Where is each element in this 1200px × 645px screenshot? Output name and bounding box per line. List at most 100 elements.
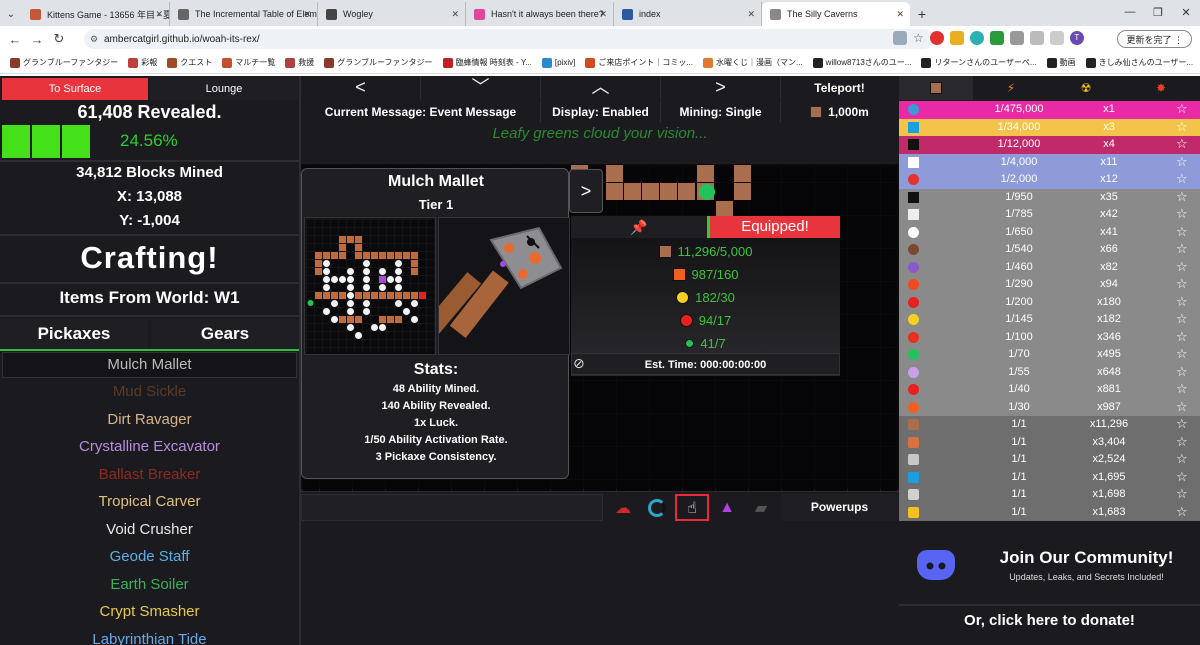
favorite-star-icon[interactable]: ☆ <box>1176 241 1188 257</box>
pickaxe-list-item[interactable]: Crypt Smasher <box>0 603 299 620</box>
pickaxe-list-item[interactable]: Geode Staff <box>0 548 299 565</box>
favorite-star-icon[interactable]: ☆ <box>1176 434 1188 450</box>
tab-gears[interactable]: Gears <box>151 319 299 349</box>
bookmark-item[interactable]: 救援 <box>285 57 314 68</box>
pickaxe-list-item[interactable]: Tropical Carver <box>0 493 299 510</box>
bookmark-item[interactable]: グランブルーファンタジー <box>10 57 118 68</box>
browser-tab[interactable]: The Silly Caverns ✕ <box>762 2 910 26</box>
lounge-button[interactable]: Lounge <box>150 78 298 100</box>
favorite-star-icon[interactable]: ☆ <box>1176 101 1188 117</box>
restore-icon[interactable]: ❐ <box>1144 0 1172 24</box>
close-tab-icon[interactable]: ✕ <box>747 9 755 20</box>
favorite-star-icon[interactable]: ☆ <box>1176 469 1188 485</box>
pickaxe-list-item[interactable]: Ballast Breaker <box>0 466 299 483</box>
favorite-star-icon[interactable]: ☆ <box>1176 136 1188 152</box>
hand-powerup-icon[interactable]: ☝ <box>675 494 709 521</box>
update-button[interactable]: 更新を完了 ⋮ <box>1117 30 1192 48</box>
tab-blocks[interactable] <box>899 76 973 100</box>
favorite-star-icon[interactable]: ☆ <box>1176 171 1188 187</box>
bookmark-item[interactable]: リターンさんのユーザーペ... <box>921 57 1037 68</box>
teleport-button[interactable]: Teleport! <box>781 76 898 100</box>
new-tab-button[interactable]: + <box>910 2 934 26</box>
site-info-icon[interactable]: ⚙ <box>90 34 98 45</box>
pickaxe-list-item[interactable]: Void Crusher <box>0 521 299 538</box>
clock-powerup-icon[interactable] <box>641 494 673 521</box>
browser-tab[interactable]: Hasn't it always been there? ✕ <box>466 2 614 26</box>
bookmark-item[interactable]: 水曜くじ｜漫画（マン... <box>703 57 803 68</box>
close-tab-icon[interactable]: ✕ <box>303 9 311 20</box>
translate-icon[interactable] <box>893 31 907 45</box>
favorite-star-icon[interactable]: ☆ <box>1176 416 1188 432</box>
tab-pickaxes[interactable]: Pickaxes <box>0 319 148 349</box>
ext-yellow-icon[interactable] <box>949 31 964 45</box>
ext-check-icon[interactable] <box>989 31 1004 45</box>
mining-mode-toggle[interactable]: Mining: Single <box>661 101 781 123</box>
browser-tab[interactable]: The Incremental Table of Eleme ✕ <box>170 2 318 26</box>
bookmark-item[interactable]: グランブルーファンタジー <box>324 57 433 68</box>
command-input[interactable] <box>301 494 603 521</box>
bookmark-item[interactable]: マルチ一覧 <box>222 57 275 68</box>
favorite-star-icon[interactable]: ☆ <box>1176 294 1188 310</box>
browser-tab[interactable]: Kittens Game - 13656 年目 - 夏 ✕ <box>22 2 170 26</box>
cloud-powerup-icon[interactable]: ☁ <box>607 494 639 521</box>
close-tab-icon[interactable]: ✕ <box>896 9 904 20</box>
favorite-star-icon[interactable]: ☆ <box>1176 311 1188 327</box>
bookmark-item[interactable]: 動画 <box>1046 57 1076 68</box>
bookmark-item[interactable]: [pixiv] <box>541 57 575 68</box>
close-tab-icon[interactable]: ✕ <box>155 9 163 20</box>
favorite-star-icon[interactable]: ☆ <box>1176 346 1188 362</box>
bookmark-item[interactable]: willow8713さんのユー... <box>812 57 911 68</box>
avatar[interactable]: T <box>1069 31 1084 45</box>
chevron-down-button[interactable]: ﹀ <box>421 76 541 100</box>
bookmark-item[interactable]: 臨蜂情報 時刻表 - Y... <box>442 57 532 68</box>
chevron-up-button[interactable]: ︿ <box>541 76 661 100</box>
pickaxe-list-item[interactable]: Earth Soiler <box>0 576 299 593</box>
pin-button[interactable]: 📌 <box>571 216 707 238</box>
url-field[interactable]: ⚙ ambercatgirl.github.io/woah-its-rex/ <box>84 29 934 49</box>
donate-link[interactable]: Or, click here to donate! <box>899 604 1200 634</box>
close-window-icon[interactable]: ✕ <box>1172 0 1200 24</box>
tab-power[interactable]: ⚡ <box>974 76 1048 100</box>
tab-explosion[interactable]: ✸ <box>1124 76 1198 100</box>
favorite-star-icon[interactable]: ☆ <box>1176 259 1188 275</box>
favorite-star-icon[interactable]: ☆ <box>1176 154 1188 170</box>
bookmark-star-icon[interactable]: ☆ <box>913 31 924 45</box>
ext-red-icon[interactable] <box>929 31 944 45</box>
eye-off-icon[interactable]: ⊘ <box>573 355 585 372</box>
favorite-star-icon[interactable]: ☆ <box>1176 276 1188 292</box>
next-pickaxe-button[interactable]: > <box>569 169 603 213</box>
browser-tab[interactable]: Wogley ✕ <box>318 2 466 26</box>
to-surface-button[interactable]: To Surface <box>2 78 148 100</box>
next-arrow-button[interactable]: > <box>661 76 781 100</box>
favorite-star-icon[interactable]: ☆ <box>1176 451 1188 467</box>
favorite-star-icon[interactable]: ☆ <box>1176 504 1188 520</box>
favorite-star-icon[interactable]: ☆ <box>1176 381 1188 397</box>
back-icon[interactable]: ← <box>4 32 26 47</box>
items-from-world[interactable]: Items From World: W1 <box>0 288 299 308</box>
favorite-star-icon[interactable]: ☆ <box>1176 364 1188 380</box>
ext-teal-icon[interactable] <box>969 31 984 45</box>
bookmark-item[interactable]: 彩報 <box>128 57 157 68</box>
favorite-star-icon[interactable]: ☆ <box>1176 224 1188 240</box>
favorite-star-icon[interactable]: ☆ <box>1176 189 1188 205</box>
reload-icon[interactable]: ↻ <box>48 31 70 47</box>
witch-powerup-icon[interactable]: ▲ <box>711 494 743 521</box>
bookmark-item[interactable]: ご来店ポイント｜コミッ... <box>585 57 693 68</box>
favorite-star-icon[interactable]: ☆ <box>1176 206 1188 222</box>
favorite-star-icon[interactable]: ☆ <box>1176 119 1188 135</box>
favorite-star-icon[interactable]: ☆ <box>1176 399 1188 415</box>
forward-icon[interactable]: → <box>26 32 48 47</box>
powerups-button[interactable]: Powerups <box>781 494 898 521</box>
pickaxe-list-item[interactable]: Mud Sickle <box>0 383 299 400</box>
pickaxe-list-item[interactable]: Dirt Ravager <box>0 411 299 428</box>
browser-tab[interactable]: index ✕ <box>614 2 762 26</box>
selected-pickaxe[interactable]: Mulch Mallet <box>2 352 297 378</box>
close-tab-icon[interactable]: ✕ <box>451 9 459 20</box>
bookmark-item[interactable]: クエスト <box>167 57 212 68</box>
bookmark-item[interactable]: きしみ仙さんのユーザー... <box>1085 57 1193 68</box>
prev-arrow-button[interactable]: < <box>301 76 421 100</box>
equip-button[interactable]: Equipped! <box>707 216 840 238</box>
close-tab-icon[interactable]: ✕ <box>599 9 607 20</box>
favorite-star-icon[interactable]: ☆ <box>1176 329 1188 345</box>
puzzle-icon[interactable] <box>1029 31 1044 45</box>
